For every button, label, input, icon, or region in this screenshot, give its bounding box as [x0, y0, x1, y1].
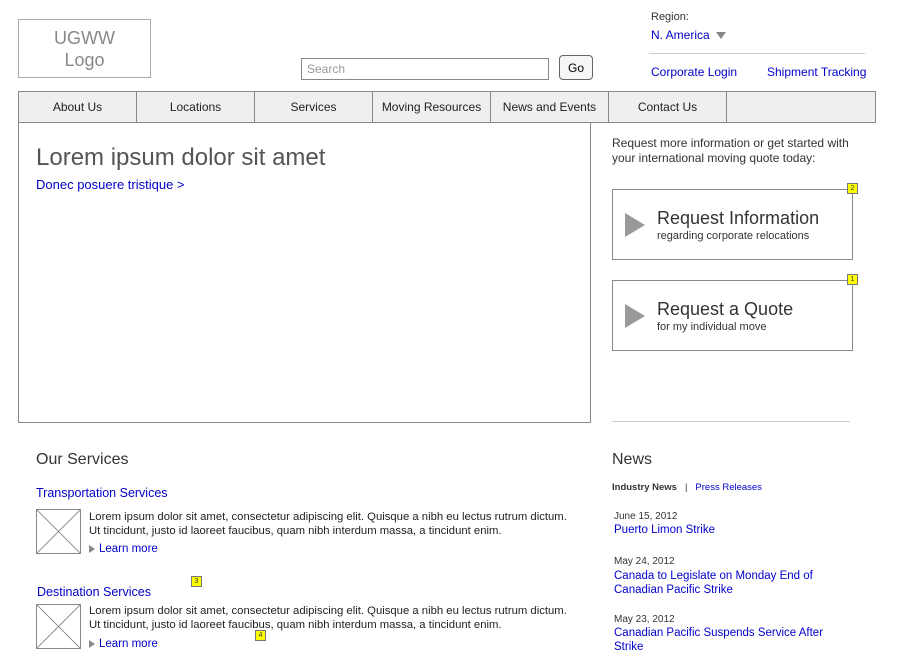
news-date: June 15, 2012 — [614, 511, 678, 522]
request-information-title: Request Information — [657, 208, 820, 228]
hero-link[interactable]: Donec posuere tristique > — [36, 177, 185, 192]
shipment-tracking-link[interactable]: Shipment Tracking — [767, 65, 866, 79]
header-divider — [649, 53, 865, 54]
corporate-login-link[interactable]: Corporate Login — [651, 65, 737, 79]
go-button[interactable]: Go — [559, 55, 593, 80]
annotation-note-1: 1 — [847, 274, 858, 285]
play-icon — [625, 213, 645, 237]
learn-more-destination[interactable]: Learn more — [89, 638, 158, 650]
logo[interactable]: UGWW Logo — [18, 19, 151, 78]
learn-more-transportation[interactable]: Learn more — [89, 543, 158, 555]
chevron-down-icon — [715, 31, 726, 39]
service-title-transportation[interactable]: Transportation Services — [36, 486, 168, 500]
tab-industry-news[interactable]: Industry News — [612, 482, 677, 493]
sidebar-divider — [612, 421, 850, 422]
play-small-icon — [89, 545, 95, 553]
play-icon — [625, 304, 645, 328]
nav-item-contact-us[interactable]: Contact Us — [609, 92, 727, 122]
annotation-note-4: 4 — [255, 630, 266, 641]
play-small-icon — [89, 640, 95, 648]
region-select[interactable]: N. America — [651, 28, 726, 42]
learn-more-link[interactable]: Learn more — [99, 638, 158, 650]
cta-intro-text: Request more information or get started … — [612, 136, 849, 165]
request-information-button[interactable]: Request Information regarding corporate … — [612, 189, 853, 260]
nav-item-locations[interactable]: Locations — [137, 92, 255, 122]
learn-more-link[interactable]: Learn more — [99, 543, 158, 555]
news-tabs: Industry News | Press Releases — [612, 482, 762, 493]
tab-separator: | — [684, 482, 688, 493]
request-information-subtitle: regarding corporate relocations — [657, 230, 810, 242]
nav-item-services[interactable]: Services — [255, 92, 373, 122]
nav-item-news-and-events[interactable]: News and Events — [491, 92, 609, 122]
request-quote-subtitle: for my individual move — [657, 321, 767, 333]
news-item-link[interactable]: Canada to Legislate on Monday End of Can… — [614, 569, 844, 597]
search-input[interactable] — [301, 58, 549, 80]
nav-item-moving-resources[interactable]: Moving Resources — [373, 92, 491, 122]
service-description: Lorem ipsum dolor sit amet, consectetur … — [89, 511, 567, 537]
annotation-note-3: 3 — [191, 576, 202, 587]
service-title-destination[interactable]: Destination Services — [37, 585, 151, 599]
region-label: Region: — [651, 11, 689, 23]
news-item-link[interactable]: Puerto Limon Strike — [614, 523, 844, 537]
request-quote-button[interactable]: Request a Quote for my individual move — [612, 280, 853, 351]
nav-item-about-us[interactable]: About Us — [19, 92, 137, 122]
news-heading: News — [612, 451, 653, 468]
nav-empty-cell — [727, 92, 875, 122]
main-nav: About Us Locations Services Moving Resou… — [18, 91, 876, 123]
news-date: May 24, 2012 — [614, 556, 675, 567]
annotation-note-2: 2 — [847, 183, 858, 194]
image-placeholder-icon — [36, 509, 81, 554]
logo-line-2: Logo — [64, 49, 105, 70]
tab-press-releases[interactable]: Press Releases — [695, 482, 762, 493]
request-quote-title: Request a Quote — [657, 299, 794, 319]
logo-line-1: UGWW — [54, 27, 115, 48]
region-value: N. America — [651, 28, 710, 42]
service-description: Lorem ipsum dolor sit amet, consectetur … — [89, 605, 567, 631]
hero-title: Lorem ipsum dolor sit amet — [36, 144, 326, 171]
services-heading: Our Services — [36, 451, 129, 468]
image-placeholder-icon — [36, 604, 81, 649]
news-date: May 23, 2012 — [614, 614, 675, 625]
